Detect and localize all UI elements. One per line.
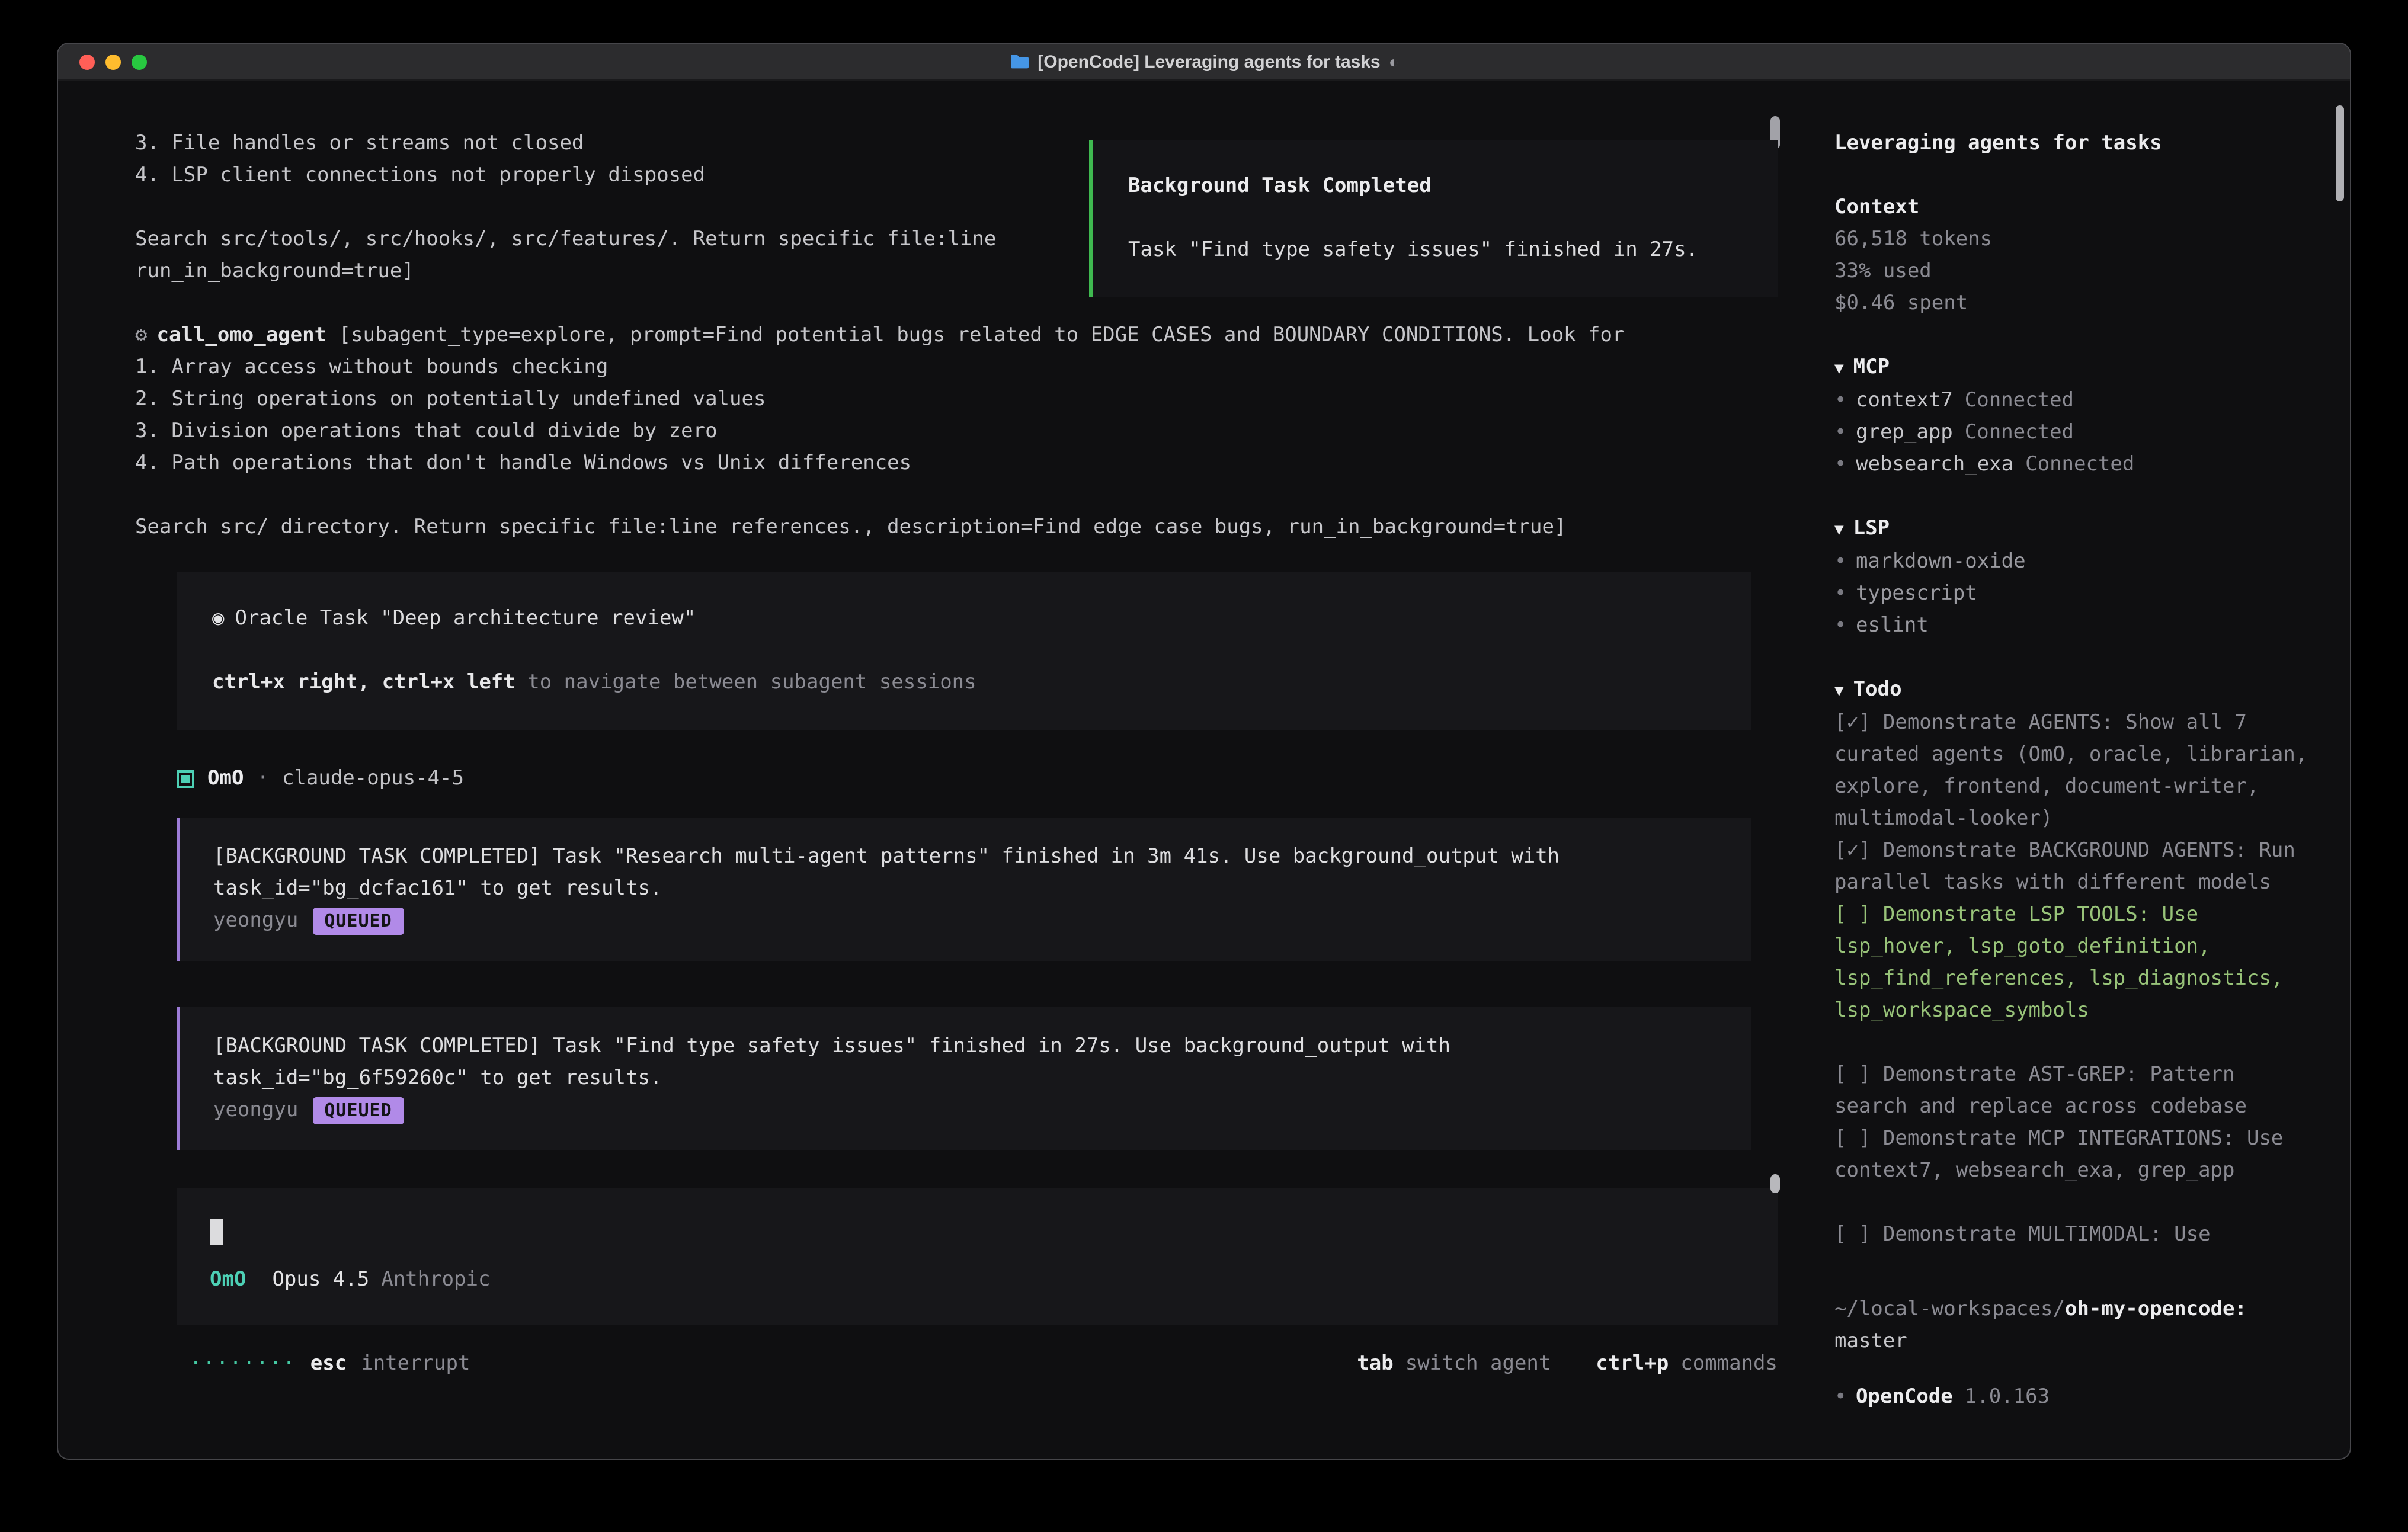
todo-item-pending: [ ] Demonstrate MCP INTEGRATIONS: Use co… <box>1834 1123 2314 1187</box>
git-branch: master <box>1834 1326 2314 1358</box>
spinner-dots-icon: ········ <box>190 1348 296 1380</box>
traffic-lights <box>58 54 147 69</box>
input-meta: OmO Opus 4.5 Anthropic <box>210 1264 1744 1296</box>
message-scrollbar-thumb[interactable] <box>1770 1174 1780 1193</box>
agent-name: OmO <box>207 763 244 795</box>
lsp-item: • typescript <box>1834 578 2314 610</box>
oracle-task-panel: ◉Oracle Task "Deep architecture review" … <box>177 572 1751 730</box>
todo-item-done: [✓] Demonstrate AGENTS: Show all 7 curat… <box>1834 707 2314 835</box>
tool-call-item: 2. String operations on potentially unde… <box>135 384 1811 416</box>
text-cursor <box>210 1219 223 1245</box>
oracle-task-title: ◉Oracle Task "Deep architecture review" <box>212 603 1716 635</box>
sidebar-scroll-region: Leveraging agents for tasks Context 66,5… <box>1834 128 2314 1277</box>
message-author: yeongyu <box>213 905 298 937</box>
workspace-path: ~/local-workspaces/oh-my-opencode: maste… <box>1834 1294 2314 1358</box>
message-text: [BACKGROUND TASK COMPLETED] Task "Find t… <box>213 1031 1718 1063</box>
agent-model: claude-opus-4-5 <box>282 763 464 795</box>
input-model-name: Opus 4.5 <box>272 1264 369 1296</box>
todo-item-active: [ ] Demonstrate LSP TOOLS: Use lsp_hover… <box>1834 899 2314 1027</box>
ctrlp-key-hint: ctrl+p <box>1596 1348 1669 1380</box>
context-used: 33% used <box>1834 256 2314 288</box>
notification-title: Background Task Completed <box>1128 171 1742 203</box>
message-card: [BACKGROUND TASK COMPLETED] Task "Resear… <box>177 818 1751 961</box>
chevron-down-icon: ▼ <box>1834 521 1844 539</box>
input-line[interactable] <box>210 1217 1744 1249</box>
bullet-icon: • <box>1834 1382 1856 1414</box>
queued-badge: QUEUED <box>312 1097 404 1124</box>
tool-call-args: [subagent_type=explore, prompt=Find pote… <box>339 323 1625 347</box>
bullet-icon: • <box>1834 546 1856 578</box>
message-author: yeongyu <box>213 1095 298 1127</box>
queued-badge: QUEUED <box>312 908 404 935</box>
context-tokens: 66,518 tokens <box>1834 224 2314 256</box>
opencode-window: [OpenCode] Leveraging agents for tasks ◐… <box>57 43 2351 1460</box>
close-button[interactable] <box>79 54 95 69</box>
bullet-icon: • <box>1834 578 1856 610</box>
todo-item-done: [✓] Demonstrate BACKGROUND AGENTS: Run p… <box>1834 835 2314 899</box>
bullet-icon: • <box>1834 385 1856 417</box>
tool-call-item: 3. Division operations that could divide… <box>135 416 1811 448</box>
tab-key-hint: tab <box>1357 1348 1393 1380</box>
todo-item-pending: [ ] Demonstrate AST-GREP: Pattern search… <box>1834 1059 2314 1123</box>
context-heading: Context <box>1834 192 2314 224</box>
prompt-input[interactable]: OmO Opus 4.5 Anthropic <box>177 1188 1778 1325</box>
tool-call-footer: Search src/ directory. Return specific f… <box>135 512 1811 544</box>
tool-call-name: call_omo_agent <box>157 323 327 347</box>
folder-icon <box>1009 53 1029 70</box>
session-title: Leveraging agents for tasks <box>1834 128 2314 160</box>
context-spent: $0.46 spent <box>1834 288 2314 320</box>
esc-key-label: interrupt <box>361 1348 470 1380</box>
chat-area: 3. File handles or streams not closed 4.… <box>58 81 1811 1459</box>
bullet-icon: • <box>1834 449 1856 481</box>
window-title: [OpenCode] Leveraging agents for tasks <box>1038 52 1380 72</box>
lsp-item: • eslint <box>1834 610 2314 642</box>
background-task-notification[interactable]: Background Task Completed Task "Find typ… <box>1089 140 1778 297</box>
session-progress-icon: ◐ <box>1389 52 1399 71</box>
lsp-section-heading: ▼LSP <box>1834 513 2314 546</box>
sidebar-scrollbar-thumb[interactable] <box>2336 105 2344 201</box>
minimize-button[interactable] <box>105 54 121 69</box>
navigation-hint: ctrl+x right, ctrl+x left to navigate be… <box>212 667 1716 699</box>
gear-icon: ⚙ <box>135 323 148 347</box>
status-bar: ········ esc interrupt tab switch agent … <box>190 1348 1778 1380</box>
session-sidebar: Leveraging agents for tasks Context 66,5… <box>1811 81 2350 1459</box>
mcp-item: • websearch_exaConnected <box>1834 449 2314 481</box>
agent-header: OmO · claude-opus-4-5 <box>177 763 1811 795</box>
esc-key-hint: esc <box>310 1348 347 1380</box>
tool-call-item: 1. Array access without bounds checking <box>135 352 1811 384</box>
window-titlebar: [OpenCode] Leveraging agents for tasks ◐ <box>58 44 2350 81</box>
bullet-icon: • <box>1834 417 1856 449</box>
maximize-button[interactable] <box>132 54 147 69</box>
todo-section-heading: ▼Todo <box>1834 674 2314 707</box>
mcp-item: • grep_appConnected <box>1834 417 2314 449</box>
mcp-section-heading: ▼MCP <box>1834 352 2314 385</box>
separator-dot: · <box>257 763 269 795</box>
message-text: task_id="bg_dcfac161" to get results. <box>213 873 1718 905</box>
lsp-item: • markdown-oxide <box>1834 546 2314 578</box>
message-text: [BACKGROUND TASK COMPLETED] Task "Resear… <box>213 841 1718 873</box>
ctrlp-key-label: commands <box>1680 1348 1778 1380</box>
hint-keybindings: ctrl+x right, ctrl+x left <box>212 671 515 694</box>
tool-call-item: 4. Path operations that don't handle Win… <box>135 448 1811 480</box>
chevron-down-icon: ▼ <box>1834 682 1844 700</box>
chevron-down-icon: ▼ <box>1834 360 1844 378</box>
notification-body: Task "Find type safety issues" finished … <box>1128 235 1742 267</box>
oracle-icon: ◉ <box>212 607 225 630</box>
desktop: [OpenCode] Leveraging agents for tasks ◐… <box>0 0 2408 1532</box>
tab-key-label: switch agent <box>1405 1348 1551 1380</box>
input-provider-name: Anthropic <box>381 1264 490 1296</box>
message-card: [BACKGROUND TASK COMPLETED] Task "Find t… <box>177 1007 1751 1150</box>
title-group: [OpenCode] Leveraging agents for tasks ◐ <box>58 52 2350 72</box>
message-text: task_id="bg_6f59260c" to get results. <box>213 1063 1718 1095</box>
mcp-item: • context7Connected <box>1834 385 2314 417</box>
bullet-icon: • <box>1834 610 1856 642</box>
todo-item-pending: [ ] Demonstrate MULTIMODAL: Use <box>1834 1219 2314 1251</box>
app-version-footer: • OpenCode1.0.163 <box>1834 1382 2314 1414</box>
input-agent-name: OmO <box>210 1264 246 1296</box>
tool-call-header: ⚙ call_omo_agent [subagent_type=explore, … <box>135 320 1811 352</box>
omo-agent-icon <box>177 770 194 788</box>
